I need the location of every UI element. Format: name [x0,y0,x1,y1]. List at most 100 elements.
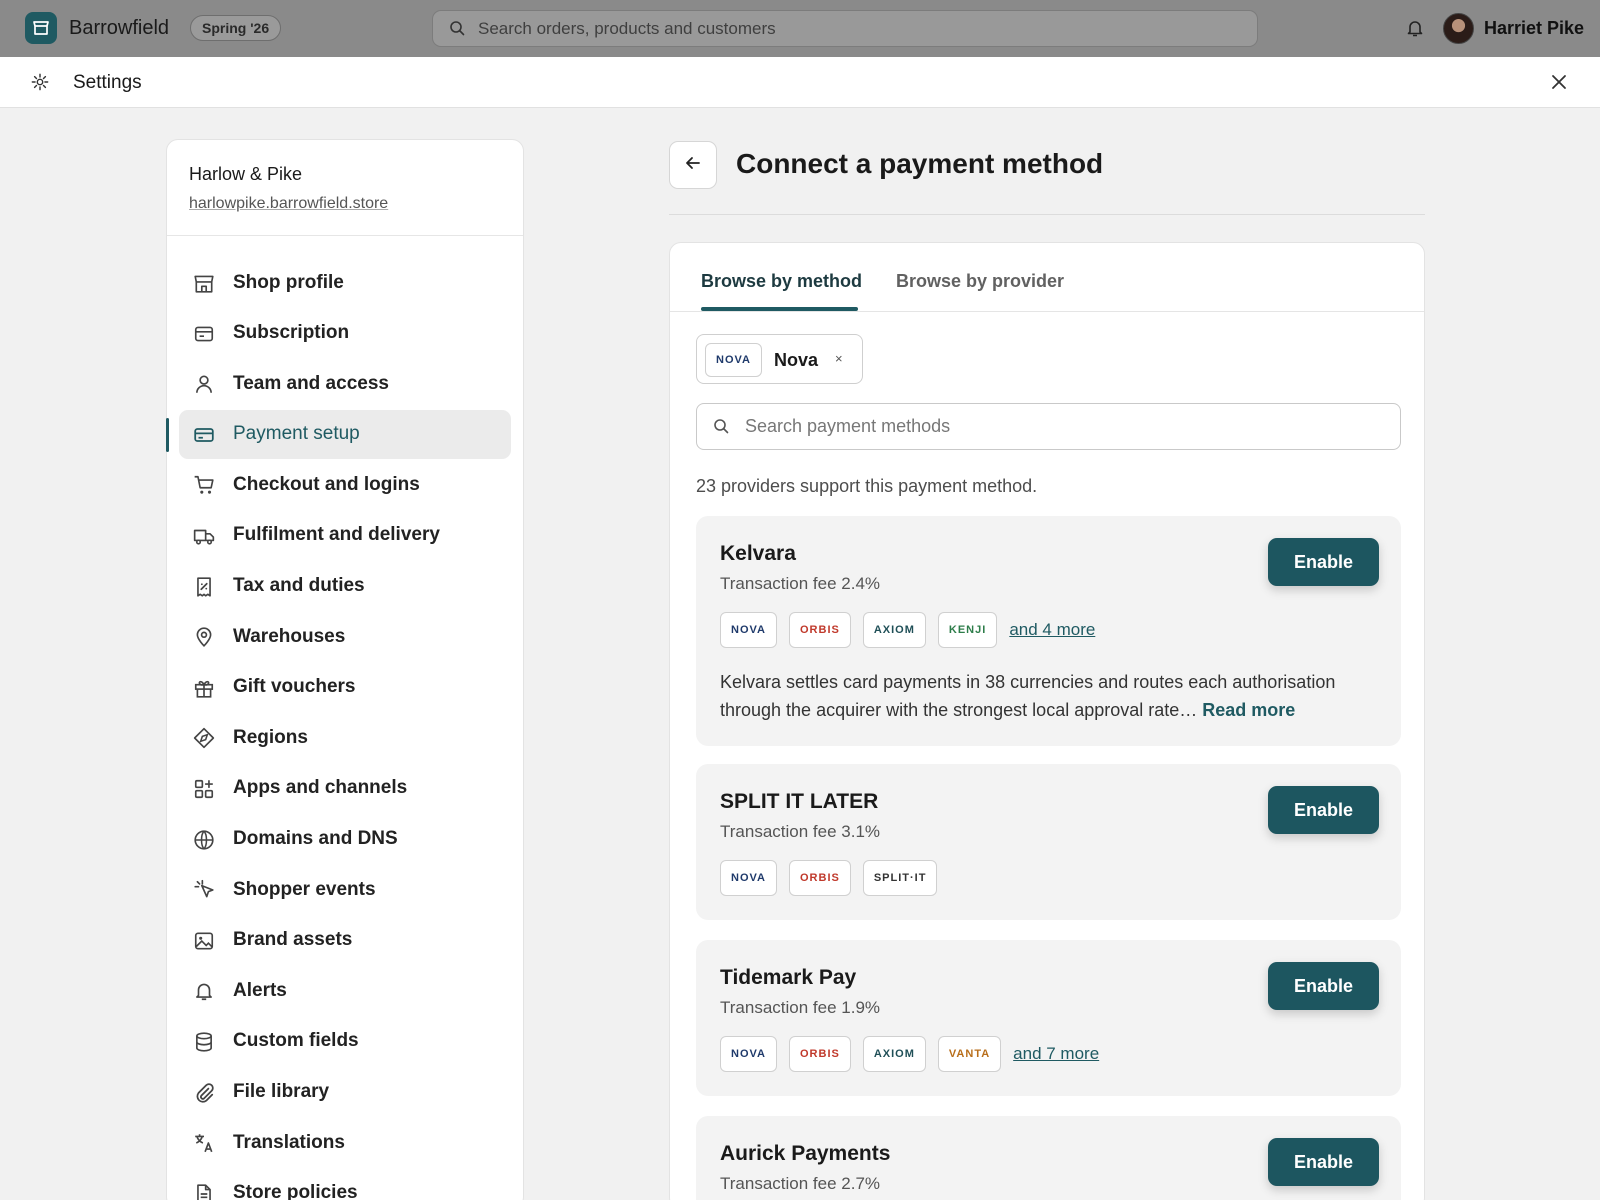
user-name[interactable]: Harriet Pike [1484,18,1584,39]
payment-method-search[interactable] [696,403,1401,450]
sidebar-item-domains-and-dns[interactable]: Domains and DNS [179,815,511,864]
sidebar-item-gift-vouchers[interactable]: Gift vouchers [179,663,511,712]
sidebar-item-label: Checkout and logins [233,473,420,495]
document-icon [193,1183,215,1200]
sidebar-item-label: File library [233,1081,330,1102]
page-title: Connect a payment method [736,148,1104,179]
sidebar-item-label: Tax and duties [233,575,365,597]
sidebar-item-fulfilment-and-delivery[interactable]: Fulfilment and delivery [179,511,511,560]
shop-url-link[interactable]: harlowpike.barrowfield.store [189,195,388,213]
bell-icon [193,980,215,1002]
store-logo-icon[interactable] [25,12,57,44]
transaction-fee: Transaction fee 2.4% [720,574,881,593]
sidebar-item-team-and-access[interactable]: Team and access [179,359,511,408]
receipt-icon [193,576,215,598]
nova-badge: NOVA [705,343,762,377]
search-icon [449,20,465,41]
more-methods-link[interactable]: and 7 more [1013,1044,1099,1064]
provider-card-split-it-later: SPLIT IT LATER Transaction fee 3.1% Enable… [696,764,1401,920]
sidebar-item-regions[interactable]: Regions [179,713,511,762]
avatar[interactable] [1443,13,1474,44]
back-button[interactable] [669,141,717,189]
payment-brand-badge: AXIOM [862,612,926,648]
provider-card-aurick-payments: Aurick Payments Transaction fee 2.7% Enabl… [696,1116,1401,1200]
sidebar-item-label: Translations [233,1131,345,1153]
sidebar-item-store-policies[interactable]: Store policies [179,1169,511,1200]
filter-chip-nova[interactable]: NOVA Nova × [696,334,863,384]
provider-name: Aurick Payments [720,1142,891,1165]
transaction-fee: Transaction fee 2.7% [720,1174,881,1193]
sidebar-item-label: Gift vouchers [233,676,356,698]
location-pin-icon [193,626,215,648]
gift-icon [193,677,215,699]
more-methods-link[interactable]: and 4 more [1009,620,1095,640]
cursor-icon [193,879,215,901]
sidebar-item-label: Team and access [233,372,389,394]
provider-name: SPLIT IT LATER [720,790,879,813]
sidebar-item-checkout-and-logins[interactable]: Checkout and logins [179,460,511,509]
provider-description: Kelvara settles card payments in 38 curr… [720,668,1360,724]
sidebar-item-label: Subscription [233,322,350,344]
sidebar-item-label: Brand assets [233,929,353,951]
global-search-input[interactable] [478,11,1238,46]
remove-filter-icon[interactable]: × [835,351,843,366]
sidebar-item-tax-and-duties[interactable]: Tax and duties [179,562,511,611]
apps-icon [193,778,215,800]
arrow-left-icon [684,154,702,177]
sidebar-item-translations[interactable]: Translations [179,1118,511,1167]
sidebar-item-apps-and-channels[interactable]: Apps and channels [179,764,511,813]
enable-button[interactable]: Enable [1268,962,1379,1010]
title-divider [669,214,1425,215]
sidebar-item-shopper-events[interactable]: Shopper events [179,865,511,914]
read-more-link[interactable]: Read more [1202,700,1295,720]
close-icon[interactable] [1550,73,1568,96]
search-icon [713,418,729,439]
enable-button[interactable]: Enable [1268,1138,1379,1186]
sidebar-item-label: Fulfilment and delivery [233,524,440,546]
sidebar-item-label: Apps and channels [233,777,408,799]
enable-button[interactable]: Enable [1268,538,1379,586]
sidebar-item-payment-setup[interactable]: Payment setup [166,409,511,459]
sidebar-item-brand-assets[interactable]: Brand assets [179,916,511,965]
compass-icon [193,727,215,749]
enable-button[interactable]: Enable [1268,786,1379,834]
notifications-bell-icon[interactable] [1405,18,1425,43]
payment-brand-badge: SPLIT·IT [862,860,938,896]
payment-brand-badge: AXIOM [862,1036,926,1072]
supported-methods: NOVA ORBIS AXIOM VANTA and 7 more [720,1036,1099,1072]
provider-name: Tidemark Pay [720,966,857,989]
paperclip-icon [193,1082,215,1104]
top-bar: Barrowfield Spring '26 Harriet Pike [0,0,1600,57]
cart-icon [193,474,215,496]
payment-method-search-input[interactable] [745,404,1385,449]
sidebar-item-shop-profile[interactable]: Shop profile [179,258,511,307]
sidebar-item-custom-fields[interactable]: Custom fields [179,1017,511,1066]
global-search[interactable] [432,10,1258,47]
payment-methods-panel: Browse by method Browse by provider NOVA… [669,242,1425,1200]
provider-card-kelvara: Kelvara Transaction fee 2.4% Enable NOVA ORB… [696,516,1401,746]
sidebar-item-label: Payment setup [233,423,360,445]
sidebar-item-label: Shop profile [233,271,344,293]
season-badge: Spring '26 [190,15,282,41]
sidebar-item-label: Warehouses [233,625,346,647]
sidebar-item-warehouses[interactable]: Warehouses [179,612,511,661]
sidebar-item-file-library[interactable]: File library [179,1068,511,1117]
person-icon [193,373,215,395]
shop-name: Harlow & Pike [189,164,303,184]
sidebar-item-label: Domains and DNS [233,828,398,850]
sidebar-item-subscription[interactable]: Subscription [179,309,511,358]
store-icon [193,272,215,294]
image-icon [193,930,215,952]
payment-brand-badge: VANTA [937,1036,1002,1072]
sidebar-item-label: Regions [233,726,308,748]
tab-browse-by-method[interactable]: Browse by method [701,271,862,292]
tab-browse-by-provider[interactable]: Browse by provider [896,271,1064,292]
sidebar-item-alerts[interactable]: Alerts [179,966,511,1015]
credit-card-icon [193,424,215,446]
gear-icon [31,73,49,96]
database-icon [193,1031,215,1053]
providers-count: 23 providers support this payment method… [696,476,1038,496]
payment-brand-badge: NOVA [720,860,777,896]
settings-title: Settings [73,72,142,93]
payment-brand-badge: NOVA [720,1036,777,1072]
